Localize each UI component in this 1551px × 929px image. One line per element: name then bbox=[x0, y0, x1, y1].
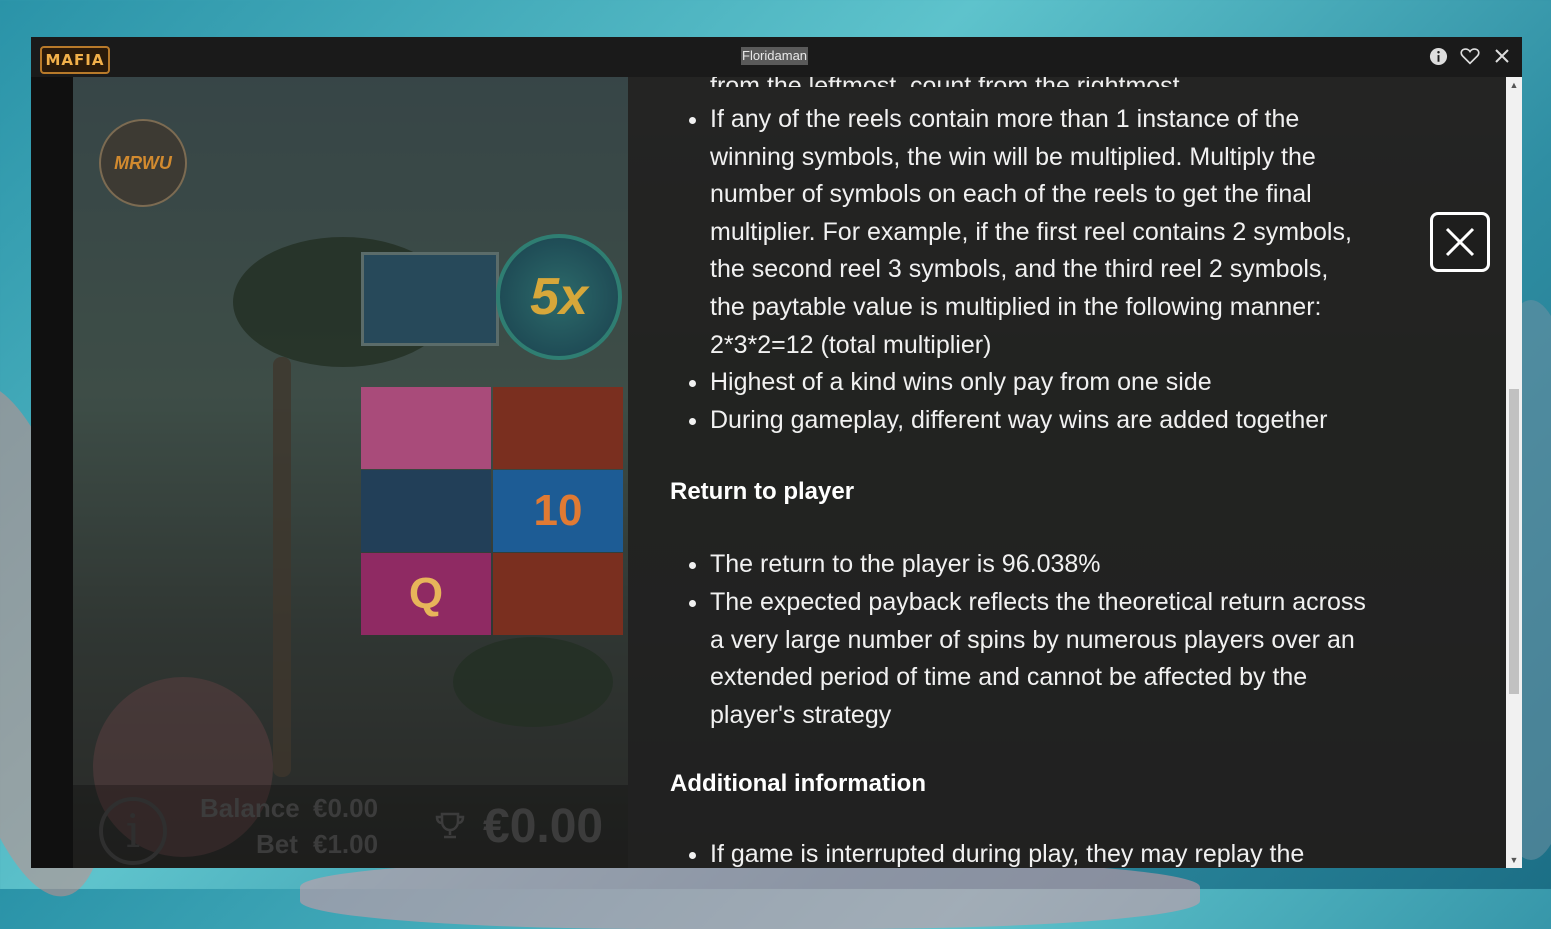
win-amount: €0.00 bbox=[483, 800, 604, 853]
heart-icon[interactable] bbox=[1460, 46, 1480, 66]
symbol-cell bbox=[361, 387, 491, 469]
additional-list: If game is interrupted during play, they… bbox=[628, 836, 1506, 868]
site-logo[interactable]: MAFIA bbox=[40, 46, 110, 74]
balance-label: Balance bbox=[200, 793, 300, 823]
game-canvas: MRWU 5x 10 Q i Balance €0.00 Bet €1.00 €… bbox=[31, 77, 1506, 868]
symbol-ten: 10 bbox=[493, 470, 623, 552]
list-item: Highest of a kind wins only pay from one… bbox=[710, 364, 1366, 402]
title-bar: MAFIA Floridaman bbox=[31, 37, 1522, 77]
rtp-list: The return to the player is 96.038% The … bbox=[628, 546, 1506, 734]
studio-badge: MRWU bbox=[99, 119, 187, 207]
backdrop-decoration bbox=[300, 859, 1200, 929]
bet-value: €1.00 bbox=[313, 829, 379, 859]
bet-label: Bet bbox=[256, 829, 298, 859]
section-heading-additional: Additional information bbox=[670, 770, 926, 798]
close-icon bbox=[1445, 227, 1475, 257]
rules-panel: from the leftmost, count from the rightm… bbox=[628, 77, 1506, 868]
list-item: The expected payback reflects the theore… bbox=[710, 584, 1366, 734]
game-window: MAFIA Floridaman MRWU 5x 10 Q i Balance … bbox=[31, 37, 1522, 868]
scroll-thumb[interactable] bbox=[1509, 389, 1519, 694]
close-icon[interactable] bbox=[1492, 46, 1512, 66]
list-item: If any of the reels contain more than 1 … bbox=[710, 101, 1366, 364]
balance-value: €0.00 bbox=[313, 793, 379, 823]
manatee-symbol bbox=[361, 252, 499, 346]
symbol-cell bbox=[493, 553, 623, 635]
list-item: During gameplay, different way wins are … bbox=[710, 402, 1366, 440]
symbol-cell bbox=[361, 470, 491, 552]
titlebar-actions bbox=[1428, 46, 1512, 66]
scroll-down-arrow[interactable]: ▼ bbox=[1509, 855, 1519, 865]
scroll-up-arrow[interactable]: ▲ bbox=[1509, 80, 1519, 90]
cutoff-text: from the leftmost, count from the rightm… bbox=[628, 77, 1506, 87]
list-item: If game is interrupted during play, they… bbox=[710, 836, 1366, 868]
info-icon[interactable] bbox=[1428, 46, 1448, 66]
ways-list: If any of the reels contain more than 1 … bbox=[628, 101, 1506, 439]
symbol-cell bbox=[493, 387, 623, 469]
multiplier-badge: 5x bbox=[496, 234, 622, 360]
game-status-bar: i Balance €0.00 Bet €1.00 €0.00 bbox=[73, 785, 628, 868]
game-info-icon[interactable]: i bbox=[99, 797, 167, 865]
symbol-queen: Q bbox=[361, 553, 491, 635]
window-title: Floridaman bbox=[741, 47, 809, 65]
close-rules-button[interactable] bbox=[1430, 212, 1490, 272]
scrollbar[interactable]: ▲ ▼ bbox=[1506, 77, 1522, 868]
list-item: The return to the player is 96.038% bbox=[710, 546, 1366, 584]
section-heading-rtp: Return to player bbox=[670, 478, 855, 506]
trophy-icon bbox=[435, 811, 465, 844]
